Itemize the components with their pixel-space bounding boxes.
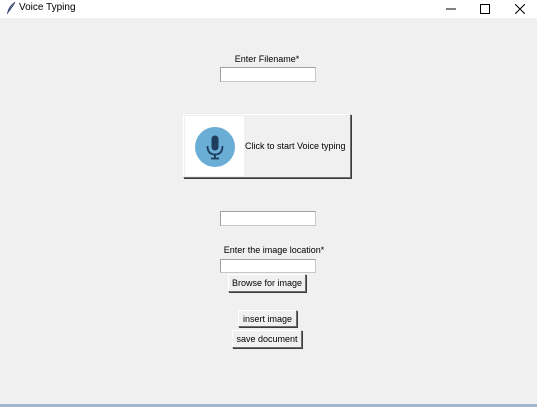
microphone-icon <box>195 127 235 167</box>
voice-typing-window: Voice Typing Enter Filename* Click to st… <box>0 0 537 407</box>
close-icon <box>515 4 525 14</box>
microphone-image <box>185 116 244 176</box>
browse-image-button[interactable]: Browse for image <box>228 274 306 292</box>
title-bar[interactable]: Voice Typing <box>0 0 537 18</box>
minimize-button[interactable] <box>434 0 468 18</box>
voice-typing-label: Click to start Voice typing <box>245 141 346 151</box>
minimize-icon <box>446 8 456 10</box>
maximize-icon <box>480 4 490 14</box>
image-location-label: Enter the image location* <box>223 245 325 255</box>
maximize-button[interactable] <box>468 0 502 18</box>
image-location-input[interactable] <box>220 259 316 273</box>
window-title: Voice Typing <box>19 2 76 13</box>
close-button[interactable] <box>503 0 537 18</box>
voice-typing-button[interactable]: Click to start Voice typing <box>183 114 351 178</box>
insert-image-button[interactable]: insert image <box>238 310 297 327</box>
transcript-input[interactable] <box>220 211 316 226</box>
filename-label: Enter Filename* <box>234 54 300 64</box>
filename-input[interactable] <box>220 67 316 82</box>
save-document-button[interactable]: save document <box>232 330 302 348</box>
feather-icon <box>5 1 17 15</box>
